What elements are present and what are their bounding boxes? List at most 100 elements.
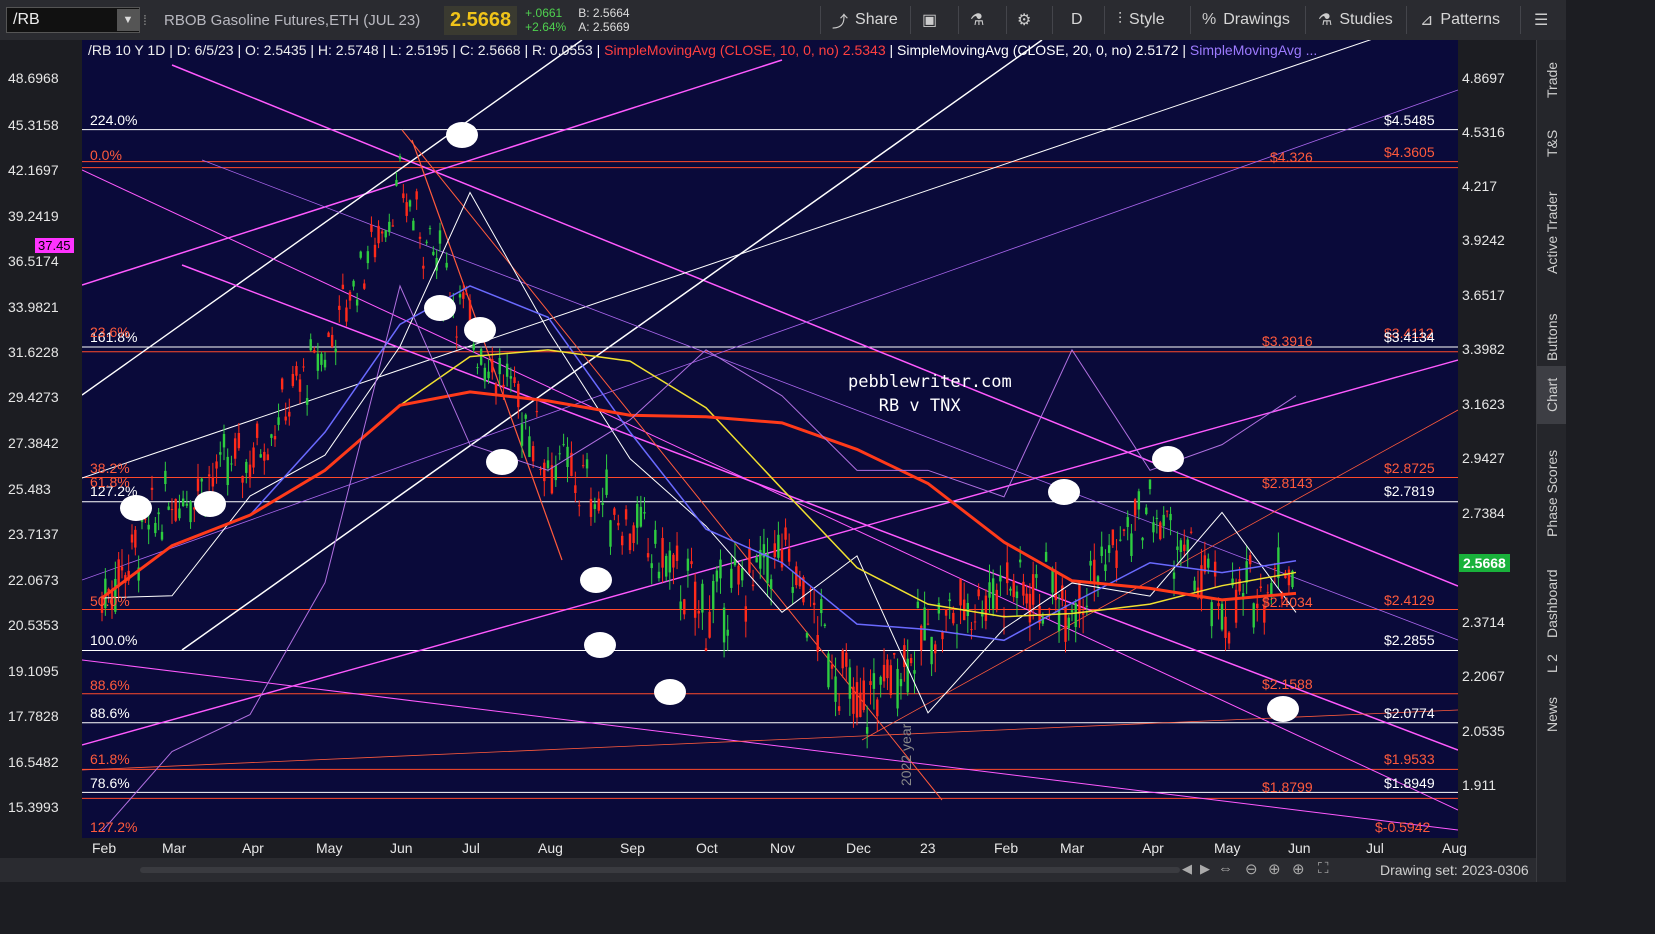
candle-body [487, 371, 490, 379]
candle-body [517, 383, 520, 408]
candle-body [722, 607, 726, 643]
candle-body [966, 603, 970, 617]
left-axis-tick: 33.9821 [8, 299, 59, 315]
candle-body [355, 299, 359, 306]
fib-level-label: 100.0% [90, 632, 138, 648]
legend-open: O: 2.5435 [244, 42, 307, 58]
candle-body [345, 307, 348, 322]
candle-body [418, 236, 422, 239]
candle-body [1015, 591, 1019, 599]
pan-icon[interactable]: ⇔ [1218, 860, 1233, 877]
tab-news[interactable]: News [1537, 686, 1567, 742]
zoom-icon[interactable]: ⊕ [1268, 860, 1281, 878]
tab-level2[interactable]: L 2 [1537, 642, 1567, 686]
chevron-down-icon[interactable]: ▼ [117, 9, 139, 31]
drawings-button[interactable]: % Drawings [1202, 5, 1290, 35]
scroll-right-icon[interactable]: ▶ [1200, 861, 1210, 877]
tab-phase-scores[interactable]: Phase Scores [1537, 432, 1567, 554]
candle-body [1224, 616, 1227, 638]
candle-body [1145, 507, 1148, 515]
fib-price-label: $3.3916 [1262, 333, 1313, 349]
candle-body [1111, 529, 1115, 546]
scrollbar[interactable] [140, 867, 1180, 873]
bars-icon: ⫶ [1118, 11, 1123, 28]
instrument-name: RBOB Gasoline Futures,ETH (JUL 23) [164, 11, 421, 29]
fit-icon[interactable]: ⛶ [1318, 860, 1329, 877]
candle-body [830, 664, 834, 669]
candle-body [970, 629, 973, 631]
candle-body [769, 579, 773, 590]
candle-body [120, 566, 124, 571]
candle-body [1064, 604, 1067, 642]
style-button[interactable]: ⫶ Style [1118, 5, 1165, 35]
candle-body [483, 367, 487, 382]
link-icon[interactable]: ⁞ [140, 12, 150, 28]
zoom-in-icon[interactable]: ⊕ [1292, 860, 1305, 878]
tab-dashboard[interactable]: Dashboard [1537, 556, 1567, 652]
time-axis-tick: Oct [696, 840, 718, 856]
candle-body [872, 673, 876, 689]
candle-body [513, 377, 516, 384]
tab-active-trader[interactable]: Active Trader [1537, 172, 1567, 294]
candle-body [226, 456, 229, 486]
candle-body [1122, 529, 1126, 531]
candle-body [445, 262, 448, 268]
tab-time-sales[interactable]: T&S [1537, 116, 1567, 170]
fib-level-label: 224.0% [90, 112, 138, 128]
patterns-button[interactable]: ⊿ Patterns [1420, 5, 1500, 35]
candle-body [211, 476, 215, 487]
drawing-set-label[interactable]: Drawing set: 2023-0306 [1380, 862, 1529, 878]
candle-body [773, 543, 776, 557]
symbol-input[interactable]: /RB ▼ [6, 7, 140, 33]
time-axis-tick: Nov [770, 840, 795, 856]
legend-range: R: 0.0553 [532, 42, 593, 58]
candle-body [1048, 608, 1051, 610]
legend-sma10: SimpleMovingAvg (CLOSE, 10, 0, no) [604, 42, 839, 58]
candle-body [1148, 479, 1152, 490]
candle-body [784, 527, 787, 540]
settings-button[interactable]: ⚙ [1017, 5, 1038, 35]
left-axis-tick: 36.5174 [8, 253, 59, 269]
candle-body [1245, 561, 1248, 583]
candle-body [476, 367, 479, 369]
right-price-axis[interactable] [1458, 40, 1536, 838]
time-axis-tick: Jun [1288, 840, 1311, 856]
candle-body [719, 559, 722, 579]
candle-body [889, 665, 893, 696]
candle-body [164, 470, 167, 485]
right-axis-tick: 2.3714 [1462, 614, 1505, 630]
candle-body [438, 230, 442, 244]
studies-button[interactable]: ⚗ Studies [1318, 5, 1393, 35]
flask-button[interactable]: ⚗ [970, 5, 991, 35]
tab-chart[interactable]: Chart [1537, 366, 1567, 424]
price-chart[interactable] [82, 40, 1458, 838]
time-axis-tick: May [1214, 840, 1241, 856]
share-button[interactable]: ⤴ Share [832, 5, 898, 35]
candle-body [458, 294, 462, 298]
scroll-left-icon[interactable]: ◀ [1182, 861, 1192, 877]
candle-body [160, 531, 164, 540]
candle-body [1189, 531, 1193, 533]
right-axis-tick: 4.217 [1462, 178, 1498, 194]
fib-price-label: $-0.5942 [1375, 819, 1431, 835]
candle-body [1186, 539, 1189, 552]
candle-body [916, 601, 920, 609]
zoom-out-icon[interactable]: ⊖ [1245, 860, 1258, 878]
grid-button[interactable]: ▣ [922, 5, 944, 35]
candle-body [562, 444, 565, 446]
candle-body [200, 478, 203, 482]
candle-body [999, 575, 1002, 582]
menu-button[interactable]: ☰ [1534, 5, 1555, 35]
price-level-label: $2.4129 [1384, 592, 1435, 608]
period-button[interactable]: D [1071, 5, 1083, 35]
candle-body [338, 305, 341, 310]
tab-trade[interactable]: Trade [1537, 46, 1567, 114]
flask-icon: ⚗ [970, 12, 985, 29]
candle-body [913, 670, 916, 674]
candle-body [498, 357, 501, 375]
left-axis-tick: 23.7137 [8, 526, 59, 542]
candle-body [1051, 568, 1054, 593]
candle-body [1044, 551, 1048, 562]
candle-body [650, 563, 653, 569]
price-level-label: $2.2855 [1384, 632, 1435, 648]
